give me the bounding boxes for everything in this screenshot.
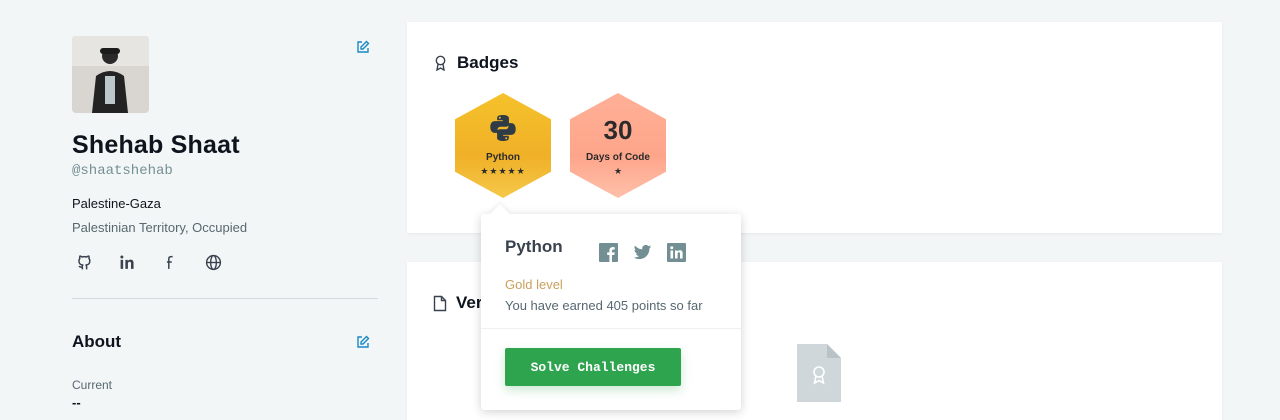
badge-popover: Python Gold level You have earned 405 po… xyxy=(481,204,741,410)
profile-name: Shehab Shaat xyxy=(72,131,240,159)
section-divider xyxy=(72,298,378,299)
popover-divider xyxy=(481,328,741,329)
social-links xyxy=(76,252,248,272)
about-heading: About xyxy=(72,332,122,351)
document-icon xyxy=(433,295,447,312)
badge-python[interactable]: Python ★★★★★ xyxy=(455,93,551,198)
badge-points-text: You have earned 405 points so far xyxy=(505,298,703,313)
badge-level: Gold level xyxy=(505,277,563,292)
edit-profile-icon[interactable] xyxy=(356,40,370,54)
badges-title: Badges xyxy=(457,53,519,72)
profile-handle: @shaatshehab xyxy=(72,163,173,179)
badge-days-number: 30 xyxy=(603,115,633,145)
website-globe-icon[interactable] xyxy=(205,252,248,272)
linkedin-icon[interactable] xyxy=(119,252,162,272)
github-icon[interactable] xyxy=(76,252,119,272)
badge-days-stars: ★ xyxy=(613,166,623,176)
badges-heading: Badges xyxy=(433,53,518,73)
badge-days-label: Days of Code xyxy=(586,152,650,163)
current-value: -- xyxy=(72,395,81,410)
current-label: Current xyxy=(72,378,113,392)
popover-title: Python xyxy=(505,237,563,256)
badges-card: Badges Python ★★★★★ 30 Days of Code ★ xyxy=(407,22,1222,233)
facebook-icon[interactable] xyxy=(162,252,205,272)
popover-share-links xyxy=(599,243,686,262)
twitter-icon[interactable] xyxy=(633,243,652,262)
facebook-icon[interactable] xyxy=(599,243,618,262)
award-ribbon-icon xyxy=(433,55,448,71)
avatar xyxy=(72,36,149,113)
badge-30-days-of-code[interactable]: 30 Days of Code ★ xyxy=(570,93,666,198)
badge-python-label: Python xyxy=(486,152,520,163)
solve-challenges-button[interactable]: Solve Challenges xyxy=(505,348,681,386)
linkedin-icon[interactable] xyxy=(667,243,686,262)
edit-about-icon[interactable] xyxy=(356,335,370,349)
badge-python-stars: ★★★★★ xyxy=(480,166,526,176)
profile-location-city: Palestine-Gaza xyxy=(72,196,161,211)
certificate-document-icon xyxy=(797,344,841,402)
profile-location-country: Palestinian Territory, Occupied xyxy=(72,220,248,235)
python-logo-icon xyxy=(455,113,551,148)
profile-sidebar: Shehab Shaat @shaatshehab Palestine-Gaza… xyxy=(72,0,378,420)
